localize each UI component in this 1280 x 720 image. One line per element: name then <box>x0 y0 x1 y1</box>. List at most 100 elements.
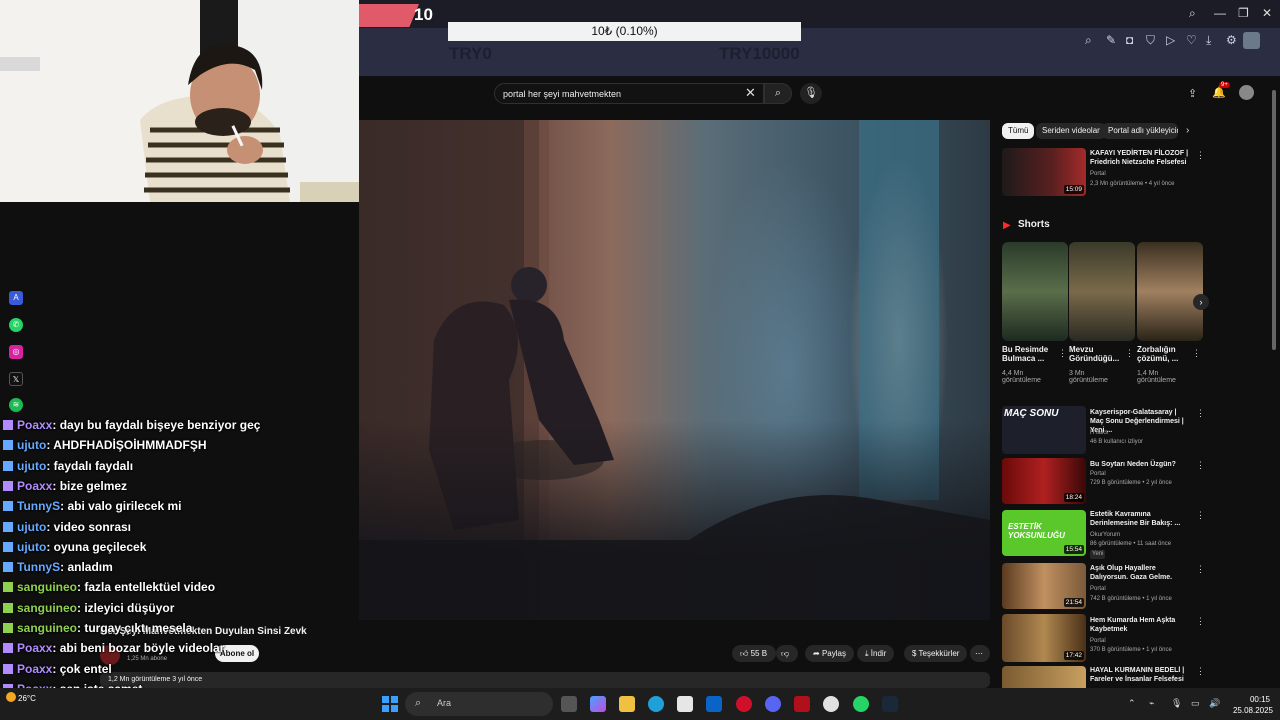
rec-title[interactable]: Hem Kumarda Hem Aşkta Kaybetmek <box>1090 616 1190 634</box>
page-scrollbar[interactable] <box>1272 90 1276 350</box>
rec-thumbnail[interactable]: MAÇ SONU <box>1002 406 1086 454</box>
network-icon[interactable]: ⌁ <box>1149 698 1154 709</box>
search-icon[interactable]: ⌕ <box>1189 6 1196 21</box>
more-icon[interactable]: ⋮ <box>1196 510 1205 521</box>
edit-icon[interactable]: ✎ <box>1106 33 1116 47</box>
more-icon[interactable]: ⋮ <box>1196 666 1205 677</box>
rec-channel[interactable]: Portal <box>1090 637 1106 646</box>
rec-channel[interactable]: Portal <box>1090 470 1106 479</box>
volume-icon[interactable]: 🔊 <box>1209 698 1220 709</box>
camera-icon[interactable]: ◘ <box>1126 33 1133 47</box>
mic-icon[interactable]: 🎙 <box>1171 698 1182 709</box>
download-icon[interactable]: ⤓ <box>1206 33 1211 48</box>
x-icon[interactable]: 𝕏 <box>9 372 23 386</box>
discord-icon[interactable] <box>765 696 781 712</box>
search-button[interactable]: ⌕ <box>764 83 792 104</box>
heart-icon[interactable]: ♡ <box>1186 33 1197 47</box>
settings-icon[interactable]: ⚙ <box>1226 33 1237 47</box>
more-icon[interactable]: ⋮ <box>1196 616 1205 627</box>
whatsapp-icon[interactable]: ✆ <box>9 318 23 332</box>
download-button[interactable]: ⤓ İndir <box>857 645 895 662</box>
store-icon[interactable] <box>677 696 693 712</box>
short-title[interactable]: Mevzu Göründüğü... <box>1069 345 1125 363</box>
app-icon[interactable]: A <box>9 291 23 305</box>
weather-icon <box>6 692 16 702</box>
rec-channel[interactable]: Portal <box>1090 585 1106 594</box>
shorts-next-button[interactable]: › <box>1193 294 1209 310</box>
rec-title[interactable]: KAFAYI YEDİRTEN FİLOZOF | Friedrich Niet… <box>1090 149 1190 167</box>
spotify-icon[interactable]: ≋ <box>9 398 23 412</box>
search-input[interactable]: portal her şeyi mahvetmekten <box>494 83 764 104</box>
play-icon[interactable]: ▷ <box>1166 33 1175 47</box>
account-avatar[interactable] <box>1239 85 1254 100</box>
share-button[interactable]: ➦ Paylaş <box>805 645 854 662</box>
more-icon[interactable]: ⋮ <box>1058 348 1067 359</box>
rec-thumbnail[interactable] <box>1002 666 1086 688</box>
app-icon[interactable] <box>794 696 810 712</box>
like-button[interactable]: 👍︎ 55 B <box>732 645 776 662</box>
opera-icon[interactable] <box>736 696 752 712</box>
clear-search-icon[interactable]: ✕ <box>745 85 756 101</box>
minimize-icon[interactable]: — <box>1214 6 1226 20</box>
instagram-icon[interactable]: ◎ <box>9 345 23 359</box>
rec-thumbnail[interactable]: 18:24 <box>1002 458 1086 504</box>
edge-icon[interactable] <box>648 696 664 712</box>
rec-thumbnail[interactable]: ESTETİK YOKSUNLUĞU 15:54 <box>1002 510 1086 556</box>
short-title[interactable]: Zorbalığın çözümü, ... <box>1137 345 1191 363</box>
close-icon[interactable]: ✕ <box>1262 6 1272 20</box>
upload-icon[interactable]: ⇪ <box>1188 87 1197 100</box>
rec-title[interactable]: Bu Soytarı Neden Üzgün? <box>1090 460 1190 469</box>
chip-uploader[interactable]: Portal adlı yükleyicide <box>1102 123 1178 139</box>
steam-icon[interactable] <box>882 696 898 712</box>
taskbar-search-input[interactable]: Ara <box>405 692 553 716</box>
chip-series-videos[interactable]: Seriden videolar <box>1036 123 1106 139</box>
more-icon[interactable]: ⋮ <box>1196 150 1205 161</box>
more-icon[interactable]: ⋮ <box>1196 564 1205 575</box>
whatsapp-icon[interactable] <box>853 696 869 712</box>
more-icon[interactable]: ⋮ <box>1196 408 1205 419</box>
rec-thumbnail[interactable]: 17:42 <box>1002 614 1086 662</box>
short-thumbnail[interactable] <box>1069 242 1135 341</box>
clock-date[interactable]: 25.08.2025 <box>1229 706 1273 715</box>
weather-temperature[interactable]: 26°C <box>18 694 36 703</box>
description-box[interactable]: 1,2 Mn görüntüleme 3 yıl önce <box>100 672 990 688</box>
rec-thumbnail[interactable]: 21:54 <box>1002 563 1086 609</box>
rec-channel[interactable]: Portal <box>1090 170 1106 179</box>
rec-channel[interactable]: OkurYorum <box>1090 531 1120 540</box>
rec-title[interactable]: Aşık Olup Hayallere Dalıyorsun. Gaza Gel… <box>1090 564 1190 582</box>
chip-all[interactable]: Tümü <box>1002 123 1035 139</box>
profile-avatar[interactable] <box>1243 32 1260 49</box>
more-actions-button[interactable]: ⋯ <box>970 645 990 662</box>
rec-title[interactable]: Estetik Kavramına Derinlemesine Bir Bakı… <box>1090 510 1190 528</box>
rec-title[interactable]: HAYAL KURMANIN BEDELİ | Fareler ve İnsan… <box>1090 666 1190 686</box>
short-thumbnail[interactable] <box>1002 242 1068 341</box>
short-thumbnail[interactable] <box>1137 242 1203 341</box>
like-icon: 👍︎ <box>740 649 749 658</box>
restore-icon[interactable]: ❐ <box>1238 6 1249 20</box>
rec-channel[interactable]: HTalks <box>1090 429 1108 438</box>
task-view-icon[interactable] <box>561 696 577 712</box>
chat-badge-icon <box>3 562 13 573</box>
file-explorer-icon[interactable] <box>619 696 635 712</box>
more-icon[interactable]: ⋮ <box>1125 348 1134 359</box>
chevron-right-icon[interactable]: › <box>1186 125 1189 136</box>
short-title[interactable]: Bu Resimde Bulmaca ... <box>1002 345 1062 363</box>
mic-icon[interactable]: 🎙 <box>800 83 822 104</box>
tray-chevron-icon[interactable]: ⌃ <box>1128 698 1136 709</box>
more-icon[interactable]: ⋮ <box>1192 348 1201 359</box>
chat-badge-icon <box>3 501 13 512</box>
outlook-icon[interactable] <box>706 696 722 712</box>
copilot-icon[interactable] <box>590 696 606 712</box>
zoom-icon[interactable]: ⌕ <box>1085 33 1092 48</box>
shield-icon[interactable]: ⛉ <box>1146 33 1155 48</box>
display-icon[interactable]: ▭ <box>1191 698 1200 709</box>
rec-thumbnail[interactable]: 15:09 <box>1002 148 1086 196</box>
clock-time[interactable]: 00:15 <box>1245 695 1270 704</box>
thanks-button[interactable]: $ Teşekkürler <box>904 645 968 662</box>
dislike-button[interactable]: 👎︎ <box>776 645 798 662</box>
obs-icon[interactable] <box>823 696 839 712</box>
more-icon[interactable]: ⋮ <box>1196 460 1205 471</box>
windows-start-icon[interactable] <box>382 696 398 712</box>
chat-badge-icon <box>3 602 13 613</box>
chat-message: TunnyS: anladım <box>3 560 113 574</box>
